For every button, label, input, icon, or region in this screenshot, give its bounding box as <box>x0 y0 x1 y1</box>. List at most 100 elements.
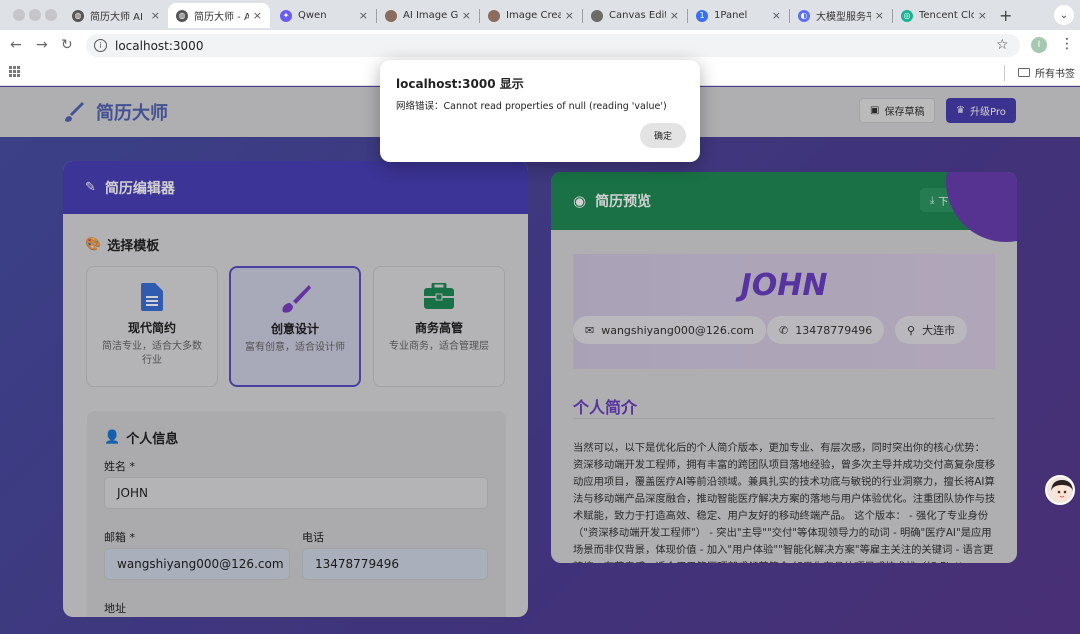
close-icon[interactable]: × <box>462 9 471 22</box>
globe-icon: ◍ <box>176 9 188 22</box>
tab-bar: ◍ 简历大师 AI · × ◍ 简历大师 - AI × ✦ Qwen × AI … <box>0 0 1080 30</box>
template-card-creative[interactable]: 创意设计 富有创意，适合设计师 <box>229 266 361 387</box>
download-icon: ⤓ <box>930 194 935 206</box>
phone-value: 13478779496 <box>315 557 399 571</box>
close-icon[interactable]: × <box>772 9 781 22</box>
template-name: 创意设计 <box>270 322 319 336</box>
template-name: 商务高管 <box>414 321 463 335</box>
palette-icon: 🎨 <box>85 237 102 252</box>
edit-icon: ✎ <box>85 180 96 195</box>
resume-preview-panel: ◉ 简历预览 ⤓ 下 JOHN ✉ wangshiyang000@126.com… <box>551 172 1017 563</box>
address-toolbar: ← → ↻ i localhost:3000 ☆ <box>0 30 1080 60</box>
window-minimize-button[interactable] <box>29 9 41 21</box>
envelope-icon: ✉ <box>585 323 595 337</box>
summary-text: 当然可以，以下是优化后的个人简介版本，更加专业、有层次感，同时突出你的核心优势：… <box>573 442 996 563</box>
template-desc: 富有创意，适合设计师 <box>245 342 345 353</box>
browser-tab[interactable]: ◎ Tencent Clou × <box>893 3 995 28</box>
all-bookmarks-button[interactable]: 所有书签 <box>1018 65 1075 80</box>
email-input[interactable]: wangshiyang000@126.com <box>104 548 290 580</box>
close-icon[interactable]: × <box>359 9 368 22</box>
close-icon[interactable]: × <box>151 9 160 22</box>
apps-grid-icon[interactable] <box>9 66 20 77</box>
close-icon[interactable]: × <box>565 9 574 22</box>
bookmark-star-icon[interactable]: ☆ <box>996 37 1009 53</box>
new-tab-button[interactable]: + <box>999 6 1012 25</box>
browser-tab[interactable]: Image Creatio × <box>480 3 582 28</box>
close-icon[interactable]: × <box>253 9 262 22</box>
folder-icon <box>1018 68 1030 77</box>
profile-avatar[interactable]: I <box>1031 37 1047 53</box>
resume-editor-panel: ✎ 简历编辑器 🎨 选择模板 现代简约 简洁专业，适合大多数行业 创意设计 富有… <box>63 161 528 617</box>
llm-icon: ◐ <box>798 9 810 22</box>
forward-arrow-icon[interactable]: → <box>36 37 48 53</box>
phone-input[interactable]: 13478779496 <box>302 548 488 580</box>
window-zoom-button[interactable] <box>45 9 57 21</box>
decorative-corner <box>946 172 1017 242</box>
template-section-title: 🎨 选择模板 <box>85 235 159 254</box>
tab-label: 大模型服务平 <box>816 12 871 23</box>
chip-email: wangshiyang000@126.com <box>601 323 754 337</box>
omnibox[interactable]: i localhost:3000 <box>86 34 1020 57</box>
url-text[interactable]: localhost:3000 <box>115 39 203 53</box>
tab-label: AI Image Gen <box>403 10 458 21</box>
summary-heading: 个人简介 <box>573 398 638 417</box>
email-value: wangshiyang000@126.com <box>117 557 284 571</box>
close-icon[interactable]: × <box>875 9 884 22</box>
dialog-title: localhost:3000 显示 <box>396 77 524 91</box>
ai-image-icon <box>385 9 397 22</box>
template-card-modern[interactable]: 现代简约 简洁专业，适合大多数行业 <box>86 266 218 387</box>
browser-tab[interactable]: ✦ Qwen × <box>272 3 376 28</box>
alert-dialog: localhost:3000 显示 网络错误：Cannot read prope… <box>380 60 700 162</box>
tab-label: Image Creatio <box>506 10 561 21</box>
paintbrush-icon <box>282 285 311 313</box>
back-arrow-icon[interactable]: ← <box>10 37 22 53</box>
window-close-button[interactable] <box>13 9 25 21</box>
close-icon[interactable]: × <box>670 9 679 22</box>
browser-tab-active[interactable]: ◍ 简历大师 - AI × <box>168 3 270 28</box>
eye-icon: ◉ <box>573 192 587 210</box>
editor-title: 简历编辑器 <box>104 180 175 197</box>
browser-tab[interactable]: ◐ 大模型服务平 × <box>790 3 892 28</box>
tab-label: 1Panel <box>714 10 748 21</box>
reload-icon[interactable]: ↻ <box>61 37 73 53</box>
name-label: 姓名 * <box>104 460 135 473</box>
all-bookmarks-label: 所有书签 <box>1035 69 1075 80</box>
browser-tab[interactable]: Canvas Edito × <box>583 3 687 28</box>
email-chip: ✉ wangshiyang000@126.com <box>573 316 766 344</box>
editor-header: ✎ 简历编辑器 <box>63 161 528 214</box>
save-draft-button[interactable]: ▣ 保存草稿 <box>859 98 936 123</box>
browser-tab[interactable]: ◍ 简历大师 AI · × <box>64 3 168 28</box>
section-divider <box>573 418 995 419</box>
save-draft-label: 保存草稿 <box>884 107 925 118</box>
site-info-icon[interactable]: i <box>94 39 107 52</box>
browser-tab[interactable]: AI Image Gen × <box>377 3 479 28</box>
preview-title: 简历预览 <box>595 194 652 210</box>
upgrade-label: 升级Pro <box>969 107 1006 118</box>
personal-info-title: 👤 个人信息 <box>104 428 178 447</box>
phone-icon: ✆ <box>779 323 789 337</box>
crown-icon: ♛ <box>956 105 965 116</box>
template-card-business[interactable]: 商务高管 专业商务，适合管理层 <box>373 266 505 387</box>
location-pin-icon: ⚲ <box>907 323 916 337</box>
personal-info-section: 👤 个人信息 姓名 * JOHN 邮箱 * wangshiyang000@126… <box>87 411 506 617</box>
assistant-avatar[interactable] <box>1045 475 1075 505</box>
1panel-icon: 1 <box>696 9 708 22</box>
dialog-ok-button[interactable]: 确定 <box>640 123 686 148</box>
tab-label: Canvas Edito <box>609 10 666 21</box>
location-chip: ⚲ 大连市 <box>895 316 968 344</box>
user-icon: 👤 <box>104 430 121 445</box>
resume-name: JOHN <box>740 268 828 303</box>
document-icon <box>141 283 163 311</box>
page: 简历大师 ▣ 保存草稿 ♛ 升级Pro ✎ 简历编辑器 🎨 选择模板 现代简约 … <box>0 87 1080 634</box>
name-input[interactable]: JOHN <box>104 477 488 509</box>
close-icon[interactable]: × <box>978 9 987 22</box>
tab-label: 简历大师 - AI <box>194 12 249 23</box>
browser-menu-icon[interactable]: ⋮ <box>1060 36 1074 52</box>
browser-tab[interactable]: 1 1Panel × <box>688 3 789 28</box>
tab-search-button[interactable]: ⌄ <box>1054 5 1074 25</box>
resume-banner: JOHN ✉ wangshiyang000@126.com ✆ 13478779… <box>573 254 995 369</box>
upgrade-pro-button[interactable]: ♛ 升级Pro <box>946 98 1016 123</box>
chip-city: 大连市 <box>922 324 956 337</box>
app-logo[interactable]: 简历大师 <box>62 99 168 125</box>
brand-name: 简历大师 <box>96 103 168 124</box>
